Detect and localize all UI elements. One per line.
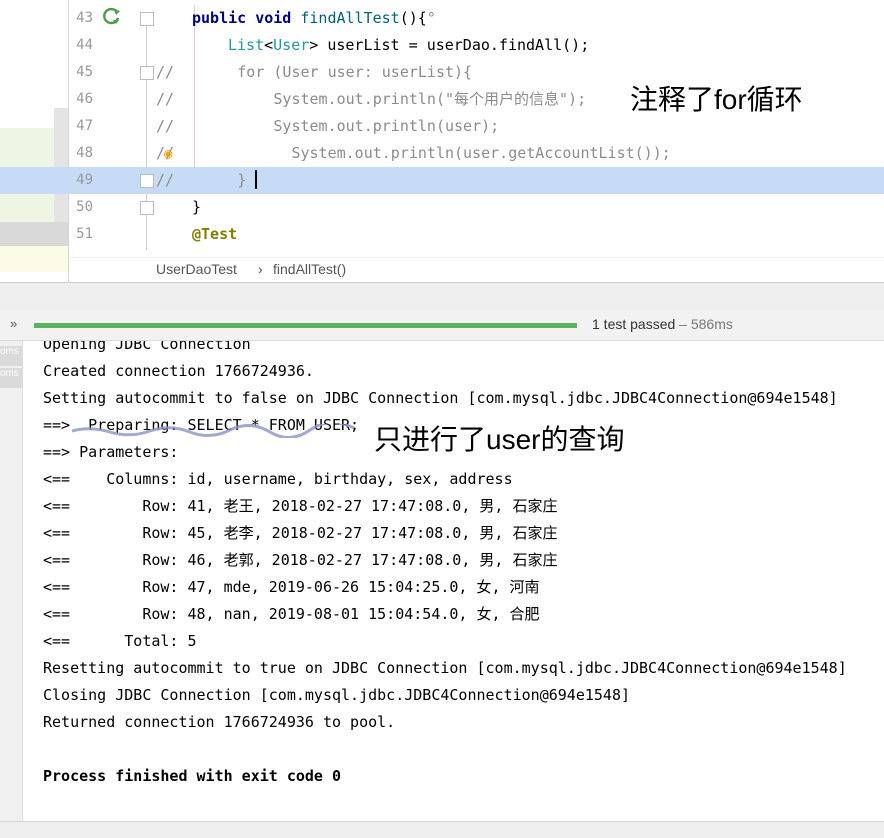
breadcrumb-separator: › — [258, 261, 263, 277]
code-token: User — [273, 36, 310, 54]
side-tab[interactable]: oms — [0, 346, 22, 366]
annotation-note-for-loop: 注释了for循环 — [630, 84, 803, 115]
panel-splitter[interactable] — [0, 282, 884, 312]
code-token: // for (User user: userList){ — [156, 63, 473, 81]
code-text: } — [192, 194, 201, 221]
line-number[interactable]: 50 — [69, 194, 93, 221]
line-number[interactable]: 47 — [69, 113, 93, 140]
test-duration: – 586ms — [675, 316, 733, 332]
console-line: Process finished with exit code 0 — [43, 767, 342, 785]
console-line: Setting autocommit to false on JDBC Conn… — [43, 389, 838, 407]
code-token: // } — [156, 171, 247, 189]
line-number[interactable]: 45 — [69, 59, 93, 86]
line-number[interactable]: 46 — [69, 86, 93, 113]
code-editor[interactable]: 43 public void findAllTest(){° 44 List<User… — [0, 0, 884, 283]
line-number[interactable]: 49 — [69, 167, 93, 194]
code-text: public void findAllTest(){° — [192, 5, 436, 32]
code-token: // System.out.println(user); — [156, 117, 500, 135]
fold-marker-icon[interactable] — [140, 201, 154, 215]
console-line: Created connection 1766724936. — [43, 362, 314, 380]
breadcrumb-file[interactable]: UserDaoTest — [156, 261, 237, 277]
console-line: <== Row: 45, 老李, 2018-02-27 17:47:08.0, … — [43, 524, 558, 542]
test-run-toolbar: » 1 test passed – 586ms — [0, 310, 884, 341]
expand-chevrons-icon[interactable]: » — [10, 316, 17, 331]
underline-squiggle — [71, 424, 355, 438]
console-line: <== Row: 47, mde, 2019-06-26 15:04:25.0,… — [43, 578, 540, 596]
test-status: 1 test passed – 586ms — [592, 316, 733, 332]
console-line: <== Total: 5 — [43, 632, 197, 650]
console-line: <== Row: 48, nan, 2019-08-01 15:04:54.0,… — [43, 605, 540, 623]
test-status-label: 1 test passed — [592, 316, 676, 332]
code-text: @Test — [192, 221, 237, 248]
console-output[interactable]: Opening JDBC Connection Created connectio… — [23, 341, 884, 821]
code-token: List — [228, 36, 265, 54]
text-caret — [255, 170, 257, 189]
console-line: <== Row: 46, 老郭, 2018-02-27 17:47:08.0, … — [43, 551, 558, 569]
console-side-strip: oms oms — [0, 341, 23, 821]
lightbulb-icon[interactable]: ◉ — [164, 146, 172, 162]
code-line[interactable]: 44 List<User> userList = userDao.findAll(… — [0, 32, 884, 59]
console-line: Opening JDBC Connection — [43, 341, 251, 353]
code-token: public — [192, 9, 256, 27]
code-token: > userList = — [309, 36, 427, 54]
code-token: void — [255, 9, 301, 27]
code-token: < — [264, 36, 274, 54]
fold-marker-icon[interactable] — [140, 66, 154, 80]
code-token: userDao — [426, 36, 490, 54]
code-text: // System.out.println("每个用户的信息"); — [156, 86, 586, 113]
console-line: <== Columns: id, username, birthday, sex… — [43, 470, 513, 488]
fold-marker-icon[interactable] — [140, 174, 154, 188]
line-number[interactable]: 48 — [69, 140, 93, 167]
run-test-icon[interactable] — [103, 7, 121, 25]
annotation-note-query: 只进行了user的查询 — [374, 424, 625, 455]
code-text: // System.out.println(user.getAccountLis… — [156, 140, 671, 167]
code-token: // System.out.println("每个用户的信息"); — [156, 90, 587, 108]
console-line: <== Row: 41, 老王, 2018-02-27 17:47:08.0, … — [43, 497, 558, 515]
console-line: Closing JDBC Connection [com.mysql.jdbc.… — [43, 686, 630, 704]
console-line: Returned connection 1766724936 to pool. — [43, 713, 396, 731]
code-line[interactable]: 51 @Test — [0, 221, 884, 248]
panel-row-yellow — [0, 246, 68, 272]
console-line: ==> Parameters: — [43, 443, 188, 461]
code-token: @Test — [192, 225, 238, 243]
test-progress-bar — [34, 323, 577, 328]
code-text: // for (User user: userList){ — [156, 59, 472, 86]
code-line[interactable]: 48 // System.out.println(user.getAccountL… — [0, 140, 884, 167]
line-number[interactable]: 44 — [69, 32, 93, 59]
code-line[interactable]: 50} — [0, 194, 884, 221]
status-strip — [0, 821, 884, 838]
code-text: // } — [156, 167, 246, 194]
code-token: ° — [426, 9, 436, 27]
code-text: List<User> userList = userDao.findAll(); — [228, 32, 589, 59]
line-number[interactable]: 43 — [69, 5, 93, 32]
code-text: // System.out.println(user); — [156, 113, 499, 140]
code-token: .findAll(); — [489, 36, 590, 54]
breadcrumb: UserDaoTest › findAllTest() — [69, 257, 884, 283]
code-line[interactable]: 49 // } — [0, 167, 884, 194]
line-number[interactable]: 51 — [69, 221, 93, 248]
code-token: } — [192, 198, 202, 216]
code-line[interactable]: 43 public void findAllTest(){° — [0, 5, 884, 32]
code-token: // System.out.println(user.getAccountLis… — [156, 144, 671, 162]
fold-marker-icon[interactable] — [140, 12, 154, 26]
breadcrumb-method[interactable]: findAllTest() — [273, 261, 346, 277]
console-line: Resetting autocommit to true on JDBC Con… — [43, 659, 847, 677]
side-tab[interactable]: oms — [0, 368, 22, 388]
code-token: findAllTest — [300, 9, 400, 27]
code-token: (){ — [399, 9, 427, 27]
